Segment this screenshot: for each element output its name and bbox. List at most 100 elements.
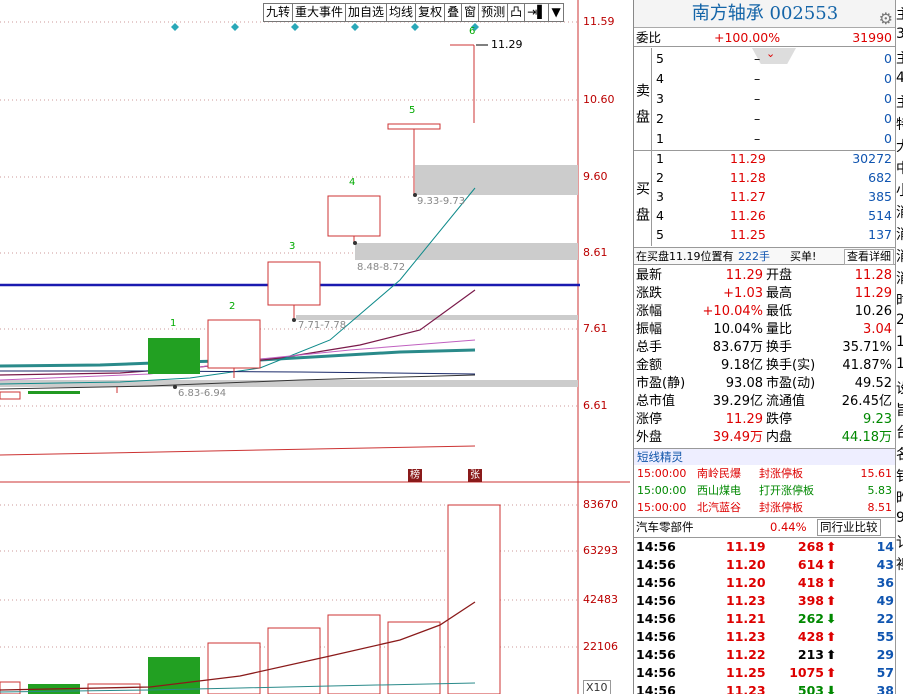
stat-value: 39.29亿 <box>712 394 763 409</box>
stat-value: 9.18亿 <box>721 358 763 373</box>
tick-time: 14:56 <box>636 539 676 554</box>
stat-value: 9.23 <box>863 412 892 427</box>
bid-price: 11.25 <box>730 227 766 242</box>
stock-name: 南方轴承 <box>691 3 764 24</box>
toolbar-button-add-watchlist[interactable]: 加自选 <box>345 3 388 22</box>
elves-stock: 南岭民爆 <box>697 467 741 480</box>
volume-bar <box>148 657 200 694</box>
candle <box>207 319 261 369</box>
bid-row[interactable]: 2 11.28 682 <box>634 169 895 187</box>
high-marker: 11.29 <box>491 38 523 51</box>
stat-value: 44.18万 <box>841 430 892 445</box>
toolbar-button-overlay[interactable]: 叠 <box>444 3 463 22</box>
stat-value: 26.45亿 <box>841 394 892 409</box>
toolbar-button-adjust[interactable]: 复权 <box>415 3 446 22</box>
strip-char: 1 <box>896 334 903 350</box>
industry-compare-button[interactable]: 同行业比较 <box>817 519 881 536</box>
ask-row[interactable]: 2 – 0 <box>634 110 895 128</box>
toolbar-button-forecast[interactable]: 预测 <box>478 3 509 22</box>
ask-row[interactable]: 3 – 0 <box>634 90 895 108</box>
price-axis-label: 11.59 <box>583 15 615 28</box>
ratio-label: 委比 <box>636 30 662 45</box>
tick-count: 55 <box>876 629 894 644</box>
gap-label: 8.48-8.72 <box>357 262 406 273</box>
tick-row: 14:56 11.25 1075 ⬆ 57 <box>634 664 895 682</box>
stat-label: 最低 <box>766 304 793 319</box>
ask-price: – <box>754 131 761 146</box>
tick-row: 14:56 11.19 268 ⬆ 14 <box>634 538 895 556</box>
strip-char: 1 <box>896 356 903 372</box>
stat-value: 11.29 <box>725 268 763 283</box>
view-detail-button[interactable]: 查看详细 <box>844 249 894 265</box>
arrow-up-icon: ⬆ <box>826 647 837 662</box>
lock-icon[interactable]: 凸 <box>507 3 526 22</box>
volume-bar <box>207 642 261 694</box>
gap-band <box>415 165 578 195</box>
bid-row[interactable]: 1 11.29 30272 <box>634 150 895 168</box>
strip-char: 主 <box>896 4 903 24</box>
elves-item[interactable]: 15:00:00 西山煤电 打开涨停板 5.83 <box>634 482 895 499</box>
elves-value: 5.83 <box>867 484 893 497</box>
stat-row: 金额 9.18亿 换手(实) 41.87% <box>634 357 895 375</box>
tick-price: 11.20 <box>726 557 766 572</box>
jump-end-icon[interactable]: ⇥▌ <box>524 3 550 22</box>
candle <box>387 123 441 130</box>
stat-label: 涨幅 <box>636 304 663 319</box>
toolbar-button-jiuzhuan[interactable]: 九转 <box>263 3 294 22</box>
bid-row[interactable]: 4 11.26 514 <box>634 207 895 225</box>
candle-label: 2 <box>229 301 236 312</box>
toolbar-button-major-events[interactable]: 重大事件 <box>292 3 347 22</box>
tag-badge[interactable]: 榜 <box>408 469 422 482</box>
bid-row[interactable]: 3 11.27 385 <box>634 188 895 206</box>
bid-level: 1 <box>656 151 664 166</box>
toolbar-button-window[interactable]: 窗 <box>461 3 480 22</box>
tick-price: 11.25 <box>726 665 766 680</box>
elves-item[interactable]: 15:00:00 北汽蓝谷 封涨停板 8.51 <box>634 499 895 516</box>
tick-price: 11.23 <box>726 629 766 644</box>
ask-level: 2 <box>656 111 664 126</box>
price-axis-label: 10.60 <box>583 93 615 106</box>
stat-value: 83.67万 <box>712 340 763 355</box>
stat-value: 41.87% <box>842 358 892 373</box>
tick-row: 14:56 11.20 418 ⬆ 36 <box>634 574 895 592</box>
strip-char: 消 <box>896 224 903 244</box>
strip-char: 昨 <box>896 488 903 508</box>
strip-char: 特 <box>896 114 903 134</box>
elves-time: 15:00:00 <box>637 501 687 514</box>
stat-row: 总手 83.67万 换手 35.71% <box>634 339 895 357</box>
elves-time: 15:00:00 <box>637 484 687 497</box>
bid-price: 11.29 <box>730 151 766 166</box>
tick-row: 14:56 11.23 398 ⬆ 49 <box>634 592 895 610</box>
tick-price: 11.21 <box>726 611 766 626</box>
candle-label: 5 <box>409 105 416 116</box>
order-ratio-row: 委比 +100.00% 31990 <box>634 29 895 47</box>
ask-level: 3 <box>656 91 664 106</box>
sector-name: 汽车零部件 <box>636 520 694 534</box>
ask-row[interactable]: 1 – 0 <box>634 130 895 148</box>
gap-band <box>355 243 578 260</box>
tick-time: 14:56 <box>636 665 676 680</box>
volume-axis-label: 22106 <box>583 640 618 653</box>
tick-count: 57 <box>876 665 894 680</box>
tick-volume: 428 <box>797 629 824 644</box>
chart-toolbar: 九转 重大事件 加自选 均线 复权 叠 窗 预测 凸 ⇥▌ ▼ <box>263 3 564 22</box>
stat-label: 涨停 <box>636 412 663 427</box>
volume-bar <box>267 627 321 694</box>
strip-char: 消 <box>896 202 903 222</box>
arrow-up-icon: ⬆ <box>826 629 837 644</box>
elves-item[interactable]: 15:00:00 南岭民爆 封涨停板 15.61 <box>634 465 895 482</box>
strip-char: 旨 <box>896 400 903 420</box>
tag-badge[interactable]: 张 <box>468 469 482 482</box>
tick-time: 14:56 <box>636 611 676 626</box>
kline-chart-panel[interactable]: 1 2 3 4 5 6 11.29 6.83-6.94 7.71-7.78 8.… <box>0 0 630 694</box>
bid-volume: 514 <box>868 208 892 223</box>
bid-row[interactable]: 5 11.25 137 <box>634 226 895 244</box>
strip-char: 钅 <box>896 466 903 486</box>
dropdown-arrow-icon[interactable]: ▼ <box>548 3 564 22</box>
elves-stock: 北汽蓝谷 <box>697 501 741 514</box>
ask-row[interactable]: 5 – 0 <box>634 50 895 68</box>
arrow-down-icon: ⬇ <box>826 683 837 694</box>
toolbar-button-ma[interactable]: 均线 <box>386 3 417 22</box>
ask-row[interactable]: 4 – 0 <box>634 70 895 88</box>
elves-value: 8.51 <box>867 501 893 514</box>
